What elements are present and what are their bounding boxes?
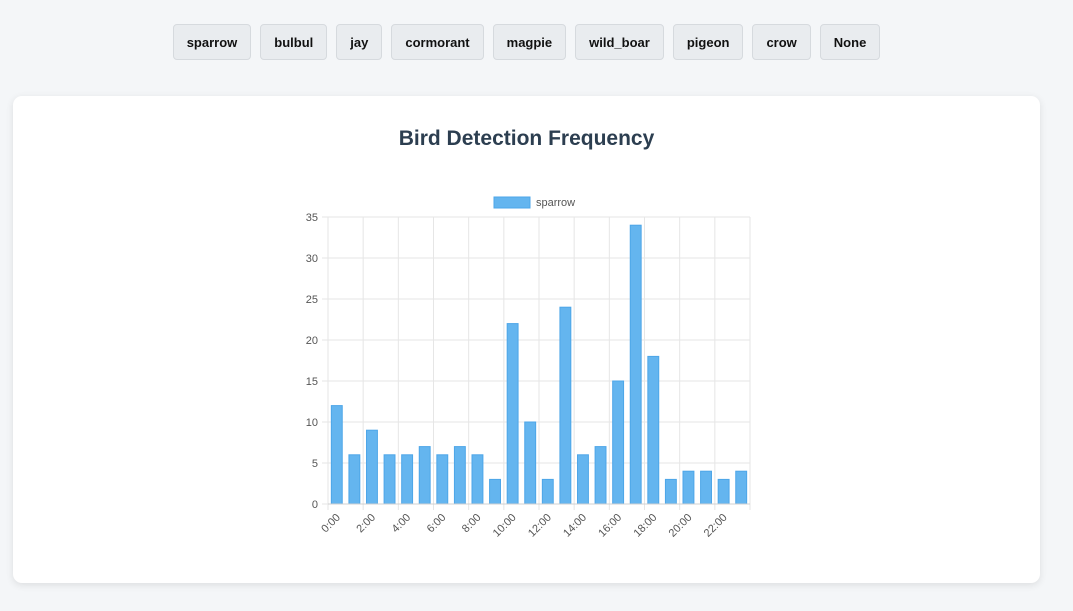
- y-tick-label: 5: [312, 458, 318, 470]
- bar-3-00: [383, 454, 396, 505]
- x-tick-label: 22:00: [702, 512, 730, 540]
- x-tick-label: 4:00: [390, 512, 414, 536]
- filter-button-pigeon[interactable]: pigeon: [672, 24, 744, 60]
- bar-20-00: [682, 470, 695, 505]
- x-tick-label: 20:00: [667, 512, 695, 540]
- species-filter-bar: sparrow bulbul jay cormorant magpie wild_boar…: [0, 24, 1053, 60]
- chart-card: Bird Detection Frequency 0 5 10 15 20 25 30 35 0…: [13, 96, 1040, 583]
- bar-22-00: [717, 478, 730, 505]
- x-tick-label: 18:00: [631, 512, 659, 540]
- filter-button-cormorant[interactable]: cormorant: [391, 24, 484, 60]
- bar-chart: 051015202530350:00 2:00 4:00 6:00 8:00 10:00 1…: [306, 196, 751, 540]
- bar-17-00: [629, 224, 642, 505]
- x-tick-label: 6:00: [425, 512, 449, 536]
- bar-21-00: [700, 470, 712, 505]
- x-tick-label: 0:00: [319, 512, 343, 536]
- bar-6-00: [436, 454, 449, 505]
- x-tick-label: 12:00: [526, 512, 554, 540]
- bar-14-00: [577, 454, 589, 505]
- x-tick-label: 2:00: [354, 512, 378, 536]
- y-tick-label: 0: [312, 499, 318, 511]
- bar-4-00: [401, 454, 414, 505]
- y-tick-label: 30: [306, 253, 318, 265]
- filter-button-none[interactable]: None: [819, 24, 881, 60]
- filter-button-sparrow[interactable]: sparrow: [172, 24, 252, 60]
- y-tick-label: 10: [306, 417, 318, 429]
- filter-button-jay[interactable]: jay: [336, 24, 383, 60]
- bar-12-00: [541, 478, 554, 505]
- x-tick-label: 16:00: [596, 512, 624, 540]
- x-tick-label: 10:00: [491, 512, 519, 540]
- bar-11-00: [524, 421, 537, 505]
- bar-1-00: [348, 454, 361, 505]
- y-tick-label: 20: [306, 335, 318, 347]
- y-tick-label: 35: [306, 212, 318, 224]
- bar-7-00: [453, 446, 466, 505]
- bar-10-00: [506, 323, 519, 505]
- bar-13-00: [559, 306, 572, 505]
- bar-0-00: [330, 405, 343, 505]
- bar-16-00: [612, 380, 625, 505]
- filter-button-bulbul[interactable]: bulbul: [260, 24, 328, 60]
- bar-15-00: [594, 446, 607, 505]
- y-tick-label: 25: [306, 294, 318, 306]
- legend-label: sparrow: [536, 197, 575, 209]
- x-tick-label: 8:00: [460, 512, 484, 536]
- filter-button-wild-boar[interactable]: wild_boar: [575, 24, 664, 60]
- filter-button-crow[interactable]: crow: [752, 24, 811, 60]
- bar-5-00: [418, 446, 431, 505]
- bar-19-00: [664, 478, 677, 505]
- filter-button-magpie[interactable]: magpie: [492, 24, 567, 60]
- x-tick-label: 14:00: [561, 512, 589, 540]
- legend-swatch: [493, 196, 531, 209]
- bar-18-00: [647, 355, 660, 505]
- bar-9-00: [489, 478, 501, 505]
- bar-8-00: [471, 454, 484, 505]
- y-tick-label: 15: [306, 376, 318, 388]
- bar-2-00: [366, 429, 378, 505]
- bar-23-00: [735, 470, 748, 505]
